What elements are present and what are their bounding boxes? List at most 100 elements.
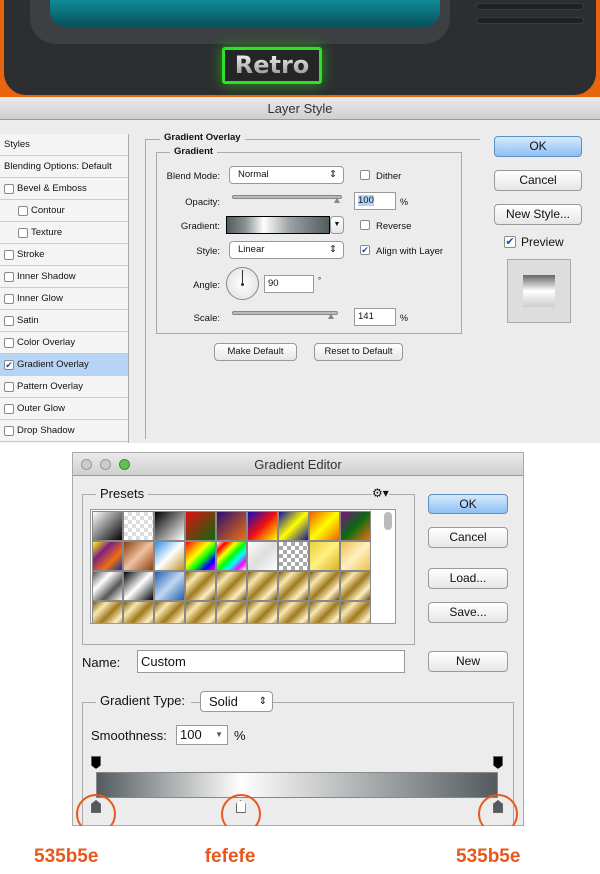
gradient-dropdown[interactable]: ▼ [330,216,344,234]
preset-swatch[interactable] [123,601,154,623]
preview-checkbox[interactable]: ✔ [504,236,516,248]
sidebar-item-label: Styles [4,138,30,150]
preset-swatch[interactable] [247,541,278,571]
cancel-button[interactable]: Cancel [494,170,582,191]
sidebar-item[interactable]: Stroke [0,244,128,266]
gradient-type-select[interactable]: Solid ⇕ [200,691,273,712]
slider-thumb[interactable]: ▲ [332,195,342,206]
style-checkbox[interactable] [4,183,14,194]
angle-input[interactable]: 90 [264,275,314,293]
slider-thumb[interactable]: ▲ [326,311,336,322]
make-default-button[interactable]: Make Default [214,343,297,361]
ok-button[interactable]: OK [494,136,582,157]
preset-swatch[interactable] [309,511,340,541]
preset-swatch[interactable] [216,511,247,541]
preset-swatch[interactable] [340,601,371,623]
style-checkbox[interactable]: ✔ [4,359,14,370]
blend-mode-select[interactable]: Normal ⇕ [229,166,344,184]
preset-swatch[interactable] [216,541,247,571]
new-style-button[interactable]: New Style... [494,204,582,225]
preset-swatch[interactable] [247,601,278,623]
preset-swatch[interactable] [185,601,216,623]
sidebar-item[interactable]: Outer Glow [0,398,128,420]
presets-scrollbar[interactable] [384,512,392,530]
preset-swatch[interactable] [278,541,309,571]
preset-swatch[interactable] [340,571,371,601]
save-button[interactable]: Save... [428,602,508,623]
load-button[interactable]: Load... [428,568,508,589]
sidebar-item[interactable]: Contour [0,200,128,222]
preset-swatch[interactable] [340,511,371,541]
smoothness-input[interactable]: 100 ▼ [176,725,228,745]
sidebar-item[interactable]: Blending Options: Default [0,156,128,178]
style-checkbox[interactable] [4,249,14,260]
dither-checkbox[interactable] [360,170,370,180]
opacity-slider[interactable] [232,195,342,199]
preset-swatch[interactable] [185,571,216,601]
preset-swatch[interactable] [340,541,371,571]
style-checkbox[interactable] [18,205,28,216]
close-button[interactable] [81,459,92,470]
style-checkbox[interactable] [4,337,14,348]
preset-swatch[interactable] [309,541,340,571]
sidebar-item[interactable]: Drop Shadow [0,420,128,442]
style-checkbox[interactable] [4,381,14,392]
minimize-button[interactable] [100,459,111,470]
angle-dial[interactable] [226,267,259,300]
preset-swatch[interactable] [309,571,340,601]
gradient-swatch[interactable] [226,216,330,234]
preset-swatch[interactable] [92,601,123,623]
preset-swatch[interactable] [216,601,247,623]
preset-swatch[interactable] [278,511,309,541]
style-label: Style: [196,246,220,257]
style-checkbox[interactable] [4,425,14,436]
preset-swatch[interactable] [154,541,185,571]
preset-swatch[interactable] [123,511,154,541]
preset-swatch[interactable] [185,541,216,571]
ok-button[interactable]: OK [428,494,508,514]
sidebar-item[interactable]: Color Overlay [0,332,128,354]
sidebar-item[interactable]: Inner Glow [0,288,128,310]
scale-slider[interactable] [232,311,338,315]
align-checkbox[interactable]: ✔ [360,245,370,255]
scale-input[interactable]: 141 [354,308,396,326]
style-checkbox[interactable] [4,403,14,414]
opacity-input[interactable]: 100 [354,192,396,210]
sidebar-item[interactable]: Styles [0,134,128,156]
preset-swatch[interactable] [278,601,309,623]
preset-swatch[interactable] [92,571,123,601]
style-checkbox[interactable] [4,271,14,282]
sidebar-item[interactable]: ✔ Gradient Overlay [0,354,128,376]
sidebar-item[interactable]: Satin [0,310,128,332]
preset-swatch[interactable] [123,571,154,601]
reverse-checkbox[interactable] [360,220,370,230]
name-input[interactable]: Custom [137,650,405,673]
sidebar-item[interactable]: Texture [0,222,128,244]
preset-swatch[interactable] [92,511,123,541]
preset-swatch[interactable] [185,511,216,541]
style-checkbox[interactable] [18,227,28,238]
new-button[interactable]: New [428,651,508,672]
preset-swatch[interactable] [247,511,278,541]
reset-default-button[interactable]: Reset to Default [314,343,403,361]
cancel-button[interactable]: Cancel [428,527,508,548]
preset-swatch[interactable] [247,571,278,601]
sidebar-item[interactable]: Bevel & Emboss [0,178,128,200]
style-select[interactable]: Linear ⇕ [229,241,344,259]
style-checkbox[interactable] [4,315,14,326]
preset-swatch[interactable] [154,571,185,601]
sidebar-item[interactable]: Pattern Overlay [0,376,128,398]
preset-swatch[interactable] [216,571,247,601]
updown-icon: ⇕ [329,169,337,180]
preset-swatch[interactable] [309,601,340,623]
preset-swatch[interactable] [154,511,185,541]
preset-swatch[interactable] [92,541,123,571]
sidebar-item[interactable]: Inner Shadow [0,266,128,288]
preset-swatch[interactable] [278,571,309,601]
style-checkbox[interactable] [4,293,14,304]
zoom-button[interactable] [119,459,130,470]
preset-swatch[interactable] [123,541,154,571]
preset-swatch[interactable] [154,601,185,623]
gear-icon[interactable]: ⚙▾ [372,486,389,500]
gradient-bar[interactable] [96,772,498,798]
